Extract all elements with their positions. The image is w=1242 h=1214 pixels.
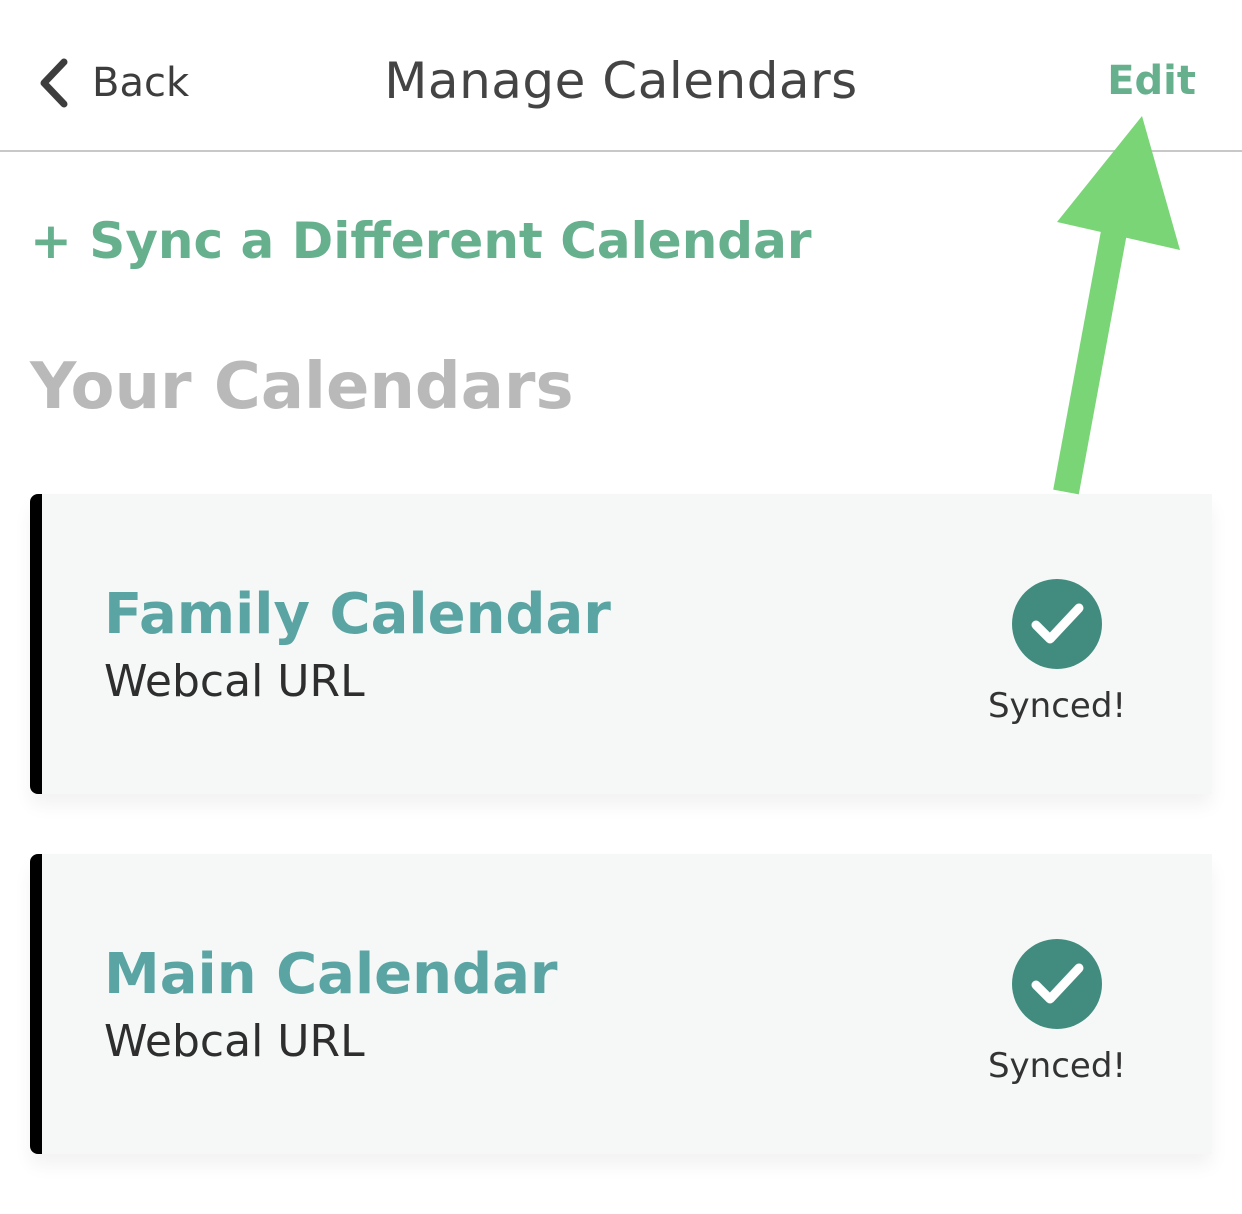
check-circle-icon [977,578,1137,670]
sync-status-label: Synced! [987,1046,1127,1086]
sync-status: Synced! [977,938,1137,1086]
nav-header: Back Manage Calendars Edit [0,0,1242,152]
calendar-type: Webcal URL [104,656,365,707]
check-circle-icon [977,938,1137,1030]
sync-status: Synced! [977,578,1137,726]
calendar-list: Family Calendar Webcal URL Synced! Main … [30,494,1212,1214]
page-title: Manage Calendars [384,52,858,110]
section-heading: Your Calendars [30,350,574,424]
sync-status-label: Synced! [987,686,1127,726]
calendar-card-main[interactable]: Main Calendar Webcal URL Synced! [30,854,1212,1154]
calendar-name: Main Calendar [104,942,558,1007]
calendar-card-family[interactable]: Family Calendar Webcal URL Synced! [30,494,1212,794]
calendar-type: Webcal URL [104,1016,365,1067]
sync-different-calendar-link[interactable]: + Sync a Different Calendar [30,212,812,270]
calendar-name: Family Calendar [104,582,611,647]
edit-button[interactable]: Edit [1107,58,1196,104]
